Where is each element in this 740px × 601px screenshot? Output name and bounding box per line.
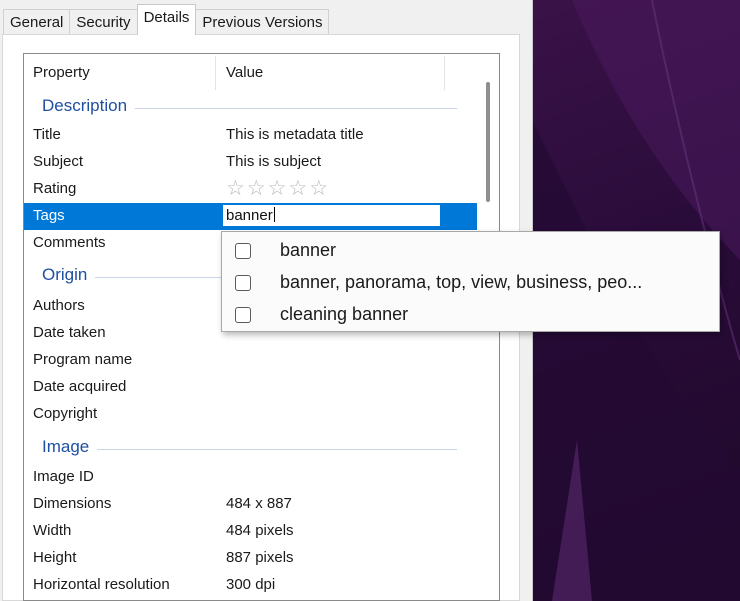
row-rating[interactable]: Rating ☆ ☆ ☆ ☆ ☆: [24, 176, 479, 203]
property-name: Rating: [33, 180, 77, 197]
column-header-property[interactable]: Property: [33, 64, 90, 81]
group-divider: [42, 449, 457, 450]
star-icon[interactable]: ☆: [226, 177, 245, 199]
text-caret: [273, 207, 275, 222]
property-name: Program name: [33, 351, 133, 368]
property-value[interactable]: This is subject: [226, 153, 321, 170]
star-icon[interactable]: ☆: [288, 177, 307, 199]
suggestion-item[interactable]: banner: [222, 234, 719, 266]
property-name: Comments: [33, 234, 106, 251]
group-description: Description: [24, 94, 479, 121]
property-name: Title: [33, 126, 61, 143]
suggestion-label[interactable]: cleaning banner: [280, 304, 408, 325]
property-name: Horizontal resolution: [33, 576, 170, 593]
property-name: Authors: [33, 297, 85, 314]
tab-details[interactable]: Details: [136, 4, 197, 35]
list-header: Property Value: [24, 54, 499, 92]
group-image: Image: [24, 435, 479, 462]
suggestion-checkbox[interactable]: [235, 307, 251, 323]
suggestion-item[interactable]: banner, panorama, top, view, business, p…: [222, 266, 719, 298]
group-heading: Description: [42, 96, 136, 116]
tab-security[interactable]: Security: [69, 9, 138, 35]
column-separator[interactable]: [215, 56, 216, 90]
property-name: Dimensions: [33, 495, 112, 512]
tab-previous-versions[interactable]: Previous Versions: [195, 9, 330, 35]
row-dimensions[interactable]: Dimensions 484 x 887: [24, 491, 479, 518]
property-name: Image ID: [33, 468, 94, 485]
property-name: Date taken: [33, 324, 106, 341]
property-name: Tags: [33, 207, 65, 224]
row-horizontal-resolution[interactable]: Horizontal resolution 300 dpi: [24, 572, 479, 599]
suggestion-checkbox[interactable]: [235, 243, 251, 259]
property-name: Height: [33, 549, 77, 566]
property-value: 484 pixels: [226, 522, 294, 539]
row-title[interactable]: Title This is metadata title: [24, 122, 479, 149]
tab-general[interactable]: General: [3, 9, 71, 35]
row-program-name[interactable]: Program name: [24, 347, 479, 374]
property-value[interactable]: This is metadata title: [226, 126, 364, 143]
property-name: Subject: [33, 153, 84, 170]
property-value: 484 x 887: [226, 495, 292, 512]
group-heading: Origin: [42, 265, 96, 285]
property-name: Date acquired: [33, 378, 127, 395]
tags-input[interactable]: banner: [221, 203, 442, 228]
star-icon[interactable]: ☆: [247, 177, 266, 199]
suggestion-label[interactable]: banner: [280, 240, 336, 261]
row-image-id[interactable]: Image ID: [24, 464, 479, 491]
tag-suggestions-dropdown: banner banner, panorama, top, view, busi…: [221, 231, 720, 332]
column-separator[interactable]: [444, 56, 445, 90]
property-name: Width: [33, 522, 72, 539]
row-width[interactable]: Width 484 pixels: [24, 518, 479, 545]
row-height[interactable]: Height 887 pixels: [24, 545, 479, 572]
property-value: 887 pixels: [226, 549, 294, 566]
property-value: 300 dpi: [226, 576, 276, 593]
star-icon[interactable]: ☆: [268, 177, 287, 199]
group-heading: Image: [42, 437, 98, 457]
column-header-value[interactable]: Value: [226, 64, 263, 81]
property-name: Copyright: [33, 405, 98, 422]
suggestion-item[interactable]: cleaning banner: [222, 298, 719, 330]
suggestion-checkbox[interactable]: [235, 275, 251, 291]
row-date-acquired[interactable]: Date acquired: [24, 374, 479, 401]
tab-strip: General Security Details Previous Versio…: [3, 4, 330, 35]
scrollbar-thumb[interactable]: [486, 82, 490, 202]
star-icon[interactable]: ☆: [309, 177, 328, 199]
row-copyright[interactable]: Copyright: [24, 401, 479, 428]
tags-input-text: banner: [226, 207, 273, 224]
rating-stars[interactable]: ☆ ☆ ☆ ☆ ☆: [226, 177, 328, 199]
suggestion-label[interactable]: banner, panorama, top, view, business, p…: [280, 272, 642, 293]
row-subject[interactable]: Subject This is subject: [24, 149, 479, 176]
